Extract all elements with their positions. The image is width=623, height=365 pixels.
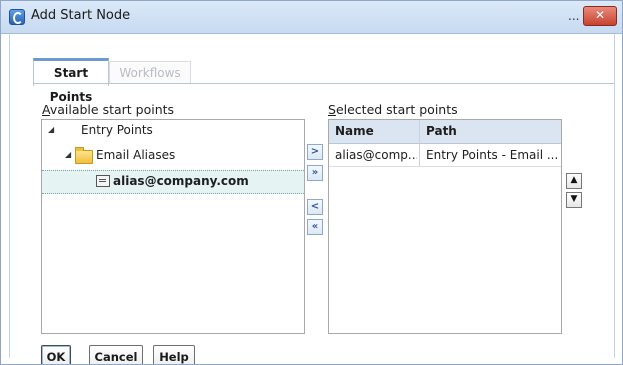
label-text: elected start points xyxy=(335,102,458,117)
cancel-button[interactable]: Cancel xyxy=(89,345,143,364)
mnemonic-a: A xyxy=(42,102,50,117)
tab-divider xyxy=(33,83,614,84)
window-title: Add Start Node xyxy=(31,8,131,23)
add-button[interactable]: > xyxy=(307,144,323,160)
remove-all-button[interactable]: « xyxy=(307,219,323,235)
table-cell-path[interactable]: Entry Points - Email ... xyxy=(426,144,558,166)
dialog-window: Add Start Node ... ✕ Start Points Workfl… xyxy=(0,0,623,365)
ok-button[interactable]: OK xyxy=(41,345,71,364)
tab-workflows[interactable]: Workflows xyxy=(109,61,191,84)
help-button[interactable]: Help xyxy=(153,345,195,364)
expand-triangle-icon[interactable]: ◢ xyxy=(48,125,54,134)
mnemonic-s: S xyxy=(328,102,336,117)
column-divider xyxy=(419,120,420,166)
table-header: Name Path xyxy=(329,120,561,144)
close-button[interactable]: ✕ xyxy=(583,6,617,26)
remove-button[interactable]: < xyxy=(307,199,323,215)
folder-icon xyxy=(75,147,93,164)
title-extra: ... xyxy=(568,9,580,23)
tree-node-alias[interactable]: alias@company.com xyxy=(113,171,249,191)
selected-table[interactable]: Name Path alias@comp... Entry Points - E… xyxy=(328,119,562,334)
move-down-button[interactable]: ▼ xyxy=(566,192,582,208)
email-alias-icon xyxy=(96,175,110,187)
row-divider xyxy=(329,166,561,167)
add-all-button[interactable]: » xyxy=(307,165,323,181)
tab-start-points[interactable]: Start Points xyxy=(33,58,109,104)
available-tree[interactable]: ◢ Entry Points ◢ Email Aliases alias@com… xyxy=(41,119,305,334)
available-start-points-label: Available start points xyxy=(42,102,174,117)
tree-node-entry-points[interactable]: Entry Points xyxy=(81,120,153,140)
dialog-body: Start Points Workflows Available start p… xyxy=(9,34,615,364)
selected-start-points-label: Selected start points xyxy=(328,102,458,117)
move-up-button[interactable]: ▲ xyxy=(566,173,582,189)
column-header-name[interactable]: Name xyxy=(335,120,374,143)
tree-node-email-aliases[interactable]: Email Aliases xyxy=(96,145,175,165)
column-header-path[interactable]: Path xyxy=(426,120,457,143)
expand-triangle-icon[interactable]: ◢ xyxy=(65,150,71,159)
title-bar: Add Start Node ... ✕ xyxy=(1,1,622,34)
label-text: vailable start points xyxy=(49,102,175,117)
app-icon xyxy=(9,9,25,25)
table-cell-name[interactable]: alias@comp... xyxy=(335,144,417,166)
